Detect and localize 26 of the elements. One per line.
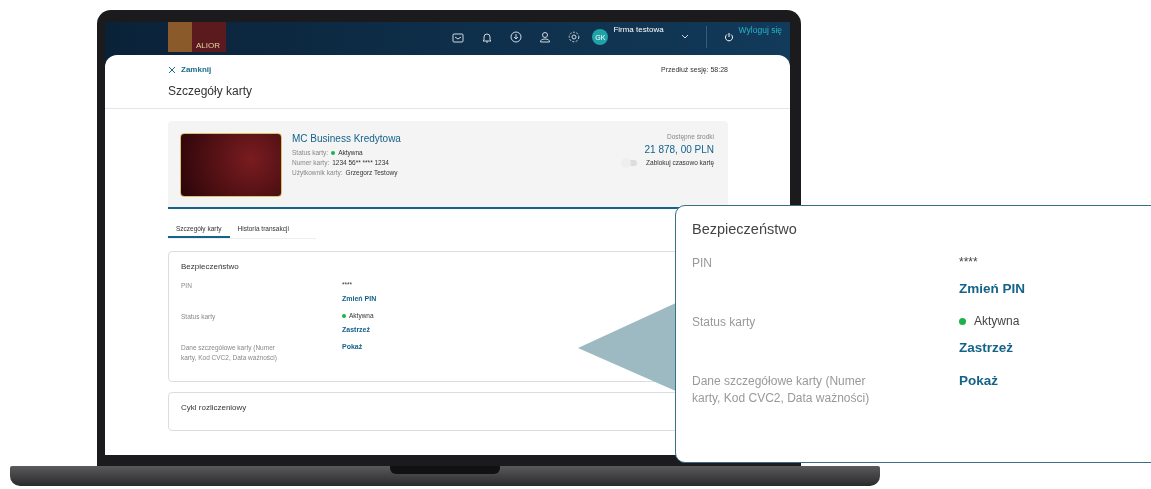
action-link[interactable]: Pokaż bbox=[959, 373, 999, 388]
close-icon bbox=[168, 65, 176, 74]
card-name[interactable]: MC Business Kredytowa bbox=[292, 133, 401, 144]
page-title: Szczegóły karty bbox=[168, 84, 254, 98]
action-link[interactable]: Zastrzeż bbox=[959, 340, 1014, 355]
chevron-down-icon[interactable] bbox=[680, 34, 689, 40]
section-title: Cykl rozliczeniowy bbox=[181, 402, 247, 412]
close-button[interactable]: Zamknij bbox=[168, 65, 212, 74]
logout-link[interactable]: Wyloguj się bbox=[738, 22, 782, 35]
bank-logo: ALIOR bbox=[168, 22, 226, 52]
settings-icon[interactable] bbox=[568, 31, 581, 43]
row-label: Dane szczegółowe karty (Numer karty, Kod CVC2, Data ważności) bbox=[692, 373, 871, 408]
row-value: **** bbox=[959, 255, 978, 269]
power-icon[interactable] bbox=[723, 32, 734, 42]
row-value: Aktywna bbox=[974, 314, 1020, 328]
section-title: Bezpieczeństwo bbox=[181, 262, 239, 271]
row-label: PIN bbox=[692, 255, 713, 272]
company-name[interactable]: Firma testowa bbox=[613, 22, 664, 34]
user-icon[interactable] bbox=[539, 31, 552, 43]
funds-amount: 21 878, 00 PLN bbox=[644, 144, 714, 155]
download-icon[interactable] bbox=[510, 31, 523, 43]
mailbox-icon[interactable] bbox=[452, 31, 465, 43]
row-label: Status karty bbox=[692, 314, 757, 331]
bell-icon[interactable] bbox=[481, 31, 494, 43]
section-title: Bezpieczeństwo bbox=[692, 221, 797, 237]
action-link[interactable]: Zmień PIN bbox=[959, 281, 1025, 296]
